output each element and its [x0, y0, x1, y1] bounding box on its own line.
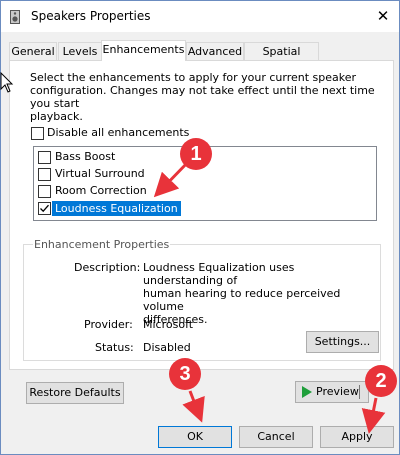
tab-general[interactable]: General	[9, 42, 57, 60]
status-value: Disabled	[143, 341, 191, 354]
settings-button[interactable]: Settings...	[306, 331, 379, 353]
play-icon	[302, 386, 312, 398]
preview-label: Preview	[316, 385, 359, 398]
enhancement-properties-group: Enhancement Properties Description: Loud…	[23, 238, 381, 361]
ok-button[interactable]: OK	[158, 426, 232, 448]
tab-enhancements[interactable]: Enhancements	[101, 40, 186, 61]
list-item-loudness-equalization[interactable]: Loudness Equalization	[34, 201, 374, 217]
loudness-equalization-label: Loudness Equalization	[52, 201, 181, 216]
room-correction-checkbox[interactable]	[38, 185, 51, 198]
annotation-badge-2: 2	[365, 365, 397, 397]
close-button[interactable]: ✕	[369, 3, 397, 29]
split-divider	[359, 385, 360, 399]
description-value: Loudness Equalization uses understanding…	[143, 261, 341, 326]
properties-window: Speakers Properties ✕ General Levels Enh…	[0, 0, 400, 455]
group-title: Enhancement Properties	[33, 238, 171, 251]
disable-all-label: Disable all enhancements	[47, 126, 190, 139]
description-label: Description:	[74, 261, 141, 274]
close-icon: ✕	[376, 7, 390, 25]
window-title: Speakers Properties	[31, 9, 151, 23]
enhancements-description: Select the enhancements to apply for you…	[30, 71, 375, 123]
tab-spatial-sound[interactable]: Spatial sound	[244, 42, 319, 75]
loudness-equalization-checkbox[interactable]	[38, 202, 51, 215]
bass-boost-checkbox[interactable]	[38, 151, 51, 164]
title-bar: Speakers Properties ✕	[1, 1, 399, 32]
tab-levels[interactable]: Levels	[58, 42, 102, 60]
tab-advanced[interactable]: Advanced	[186, 42, 244, 60]
status-label: Status:	[95, 341, 134, 354]
provider-value: Microsoft	[143, 318, 194, 331]
apply-button[interactable]: Apply	[320, 426, 394, 448]
checkmark-icon	[40, 204, 49, 213]
restore-defaults-button[interactable]: Restore Defaults	[26, 382, 124, 404]
provider-label: Provider:	[84, 318, 133, 331]
speaker-icon	[10, 10, 20, 24]
enhancements-panel: Select the enhancements to apply for you…	[9, 60, 394, 370]
list-item-room-correction[interactable]: Room Correction	[34, 184, 374, 200]
preview-button[interactable]: Preview	[295, 381, 369, 403]
disable-all-checkbox[interactable]	[31, 127, 44, 140]
cancel-button[interactable]: Cancel	[239, 426, 313, 448]
list-item-virtual-surround[interactable]: Virtual Surround	[34, 167, 374, 183]
virtual-surround-checkbox[interactable]	[38, 168, 51, 181]
annotation-badge-1: 1	[180, 138, 212, 170]
annotation-badge-3: 3	[169, 358, 201, 390]
mouse-cursor-icon	[0, 72, 14, 93]
